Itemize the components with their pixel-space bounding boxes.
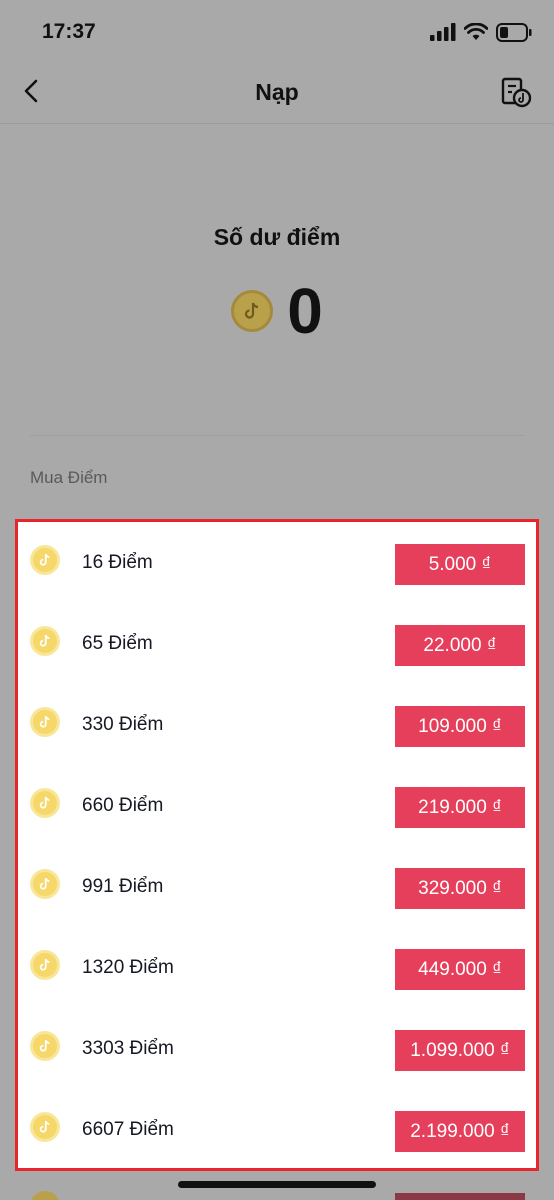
package-label: 6607 Điểm — [82, 1119, 174, 1140]
home-indicator[interactable] — [178, 1181, 376, 1188]
tiktok-coin-icon — [231, 290, 274, 332]
package-row[interactable]: 660 Điểm 219.000 ₫ — [18, 765, 536, 846]
tiktok-coin-icon — [30, 1191, 60, 1200]
status-time: 17:37 — [42, 20, 96, 43]
price-button[interactable]: 329.000 ₫ — [395, 868, 525, 909]
package-row[interactable]: 330 Điểm 109.000 ₫ — [18, 684, 536, 765]
nav-bar: Nạp — [0, 62, 554, 124]
price-button[interactable]: 1.099.000 ₫ — [395, 1030, 525, 1071]
price-button[interactable]: 219.000 ₫ — [395, 787, 525, 828]
price-button[interactable] — [395, 1193, 525, 1200]
wifi-icon — [464, 23, 488, 40]
page-title: Nạp — [255, 79, 299, 105]
tiktok-coin-icon — [30, 869, 60, 899]
history-button[interactable] — [500, 76, 532, 108]
package-row[interactable]: 16 Điểm 5.000 ₫ — [18, 522, 536, 603]
package-row[interactable]: 1320 Điểm 449.000 ₫ — [18, 927, 536, 1008]
package-label: 991 Điểm — [82, 876, 164, 897]
price-button[interactable]: 2.199.000 ₫ — [395, 1111, 525, 1152]
divider — [30, 435, 524, 436]
package-label: 660 Điểm — [82, 795, 164, 816]
package-label: 65 Điểm — [82, 633, 153, 654]
status-bar: 17:37 — [0, 0, 554, 62]
price-button[interactable]: 5.000 ₫ — [395, 544, 525, 585]
package-label: 3303 Điểm — [82, 1038, 174, 1059]
tiktok-coin-icon — [30, 707, 60, 737]
price-button[interactable]: 449.000 ₫ — [395, 949, 525, 990]
package-row[interactable]: 991 Điểm 329.000 ₫ — [18, 846, 536, 927]
package-row[interactable]: 65 Điểm 22.000 ₫ — [18, 603, 536, 684]
balance-value: 0 — [287, 275, 323, 347]
package-row[interactable]: 6607 Điểm 2.199.000 ₫ — [18, 1089, 536, 1170]
status-icons — [430, 22, 532, 42]
tiktok-coin-icon — [30, 1031, 60, 1061]
package-label: 330 Điểm — [82, 714, 164, 735]
cellular-signal-icon — [430, 23, 456, 41]
battery-icon — [496, 22, 532, 42]
tiktok-coin-icon — [30, 950, 60, 980]
tiktok-coin-icon — [30, 788, 60, 818]
price-button[interactable]: 109.000 ₫ — [395, 706, 525, 747]
price-button[interactable]: 22.000 ₫ — [395, 625, 525, 666]
coin-package-list: 16 Điểm 5.000 ₫ 65 Điểm 22.000 ₫ 330 Điể… — [15, 519, 539, 1171]
coin-history-icon — [501, 77, 532, 108]
package-label: 16 Điểm — [82, 552, 153, 573]
tiktok-coin-icon — [30, 545, 60, 575]
balance-label: Số dư điểm — [213, 224, 341, 250]
tiktok-coin-icon — [30, 1112, 60, 1142]
balance-row: 0 — [0, 276, 554, 346]
package-row[interactable]: 3303 Điểm 1.099.000 ₫ — [18, 1008, 536, 1089]
tiktok-coin-icon — [30, 626, 60, 656]
section-label: Mua Điểm — [30, 468, 108, 487]
package-label: 1320 Điểm — [82, 957, 174, 978]
